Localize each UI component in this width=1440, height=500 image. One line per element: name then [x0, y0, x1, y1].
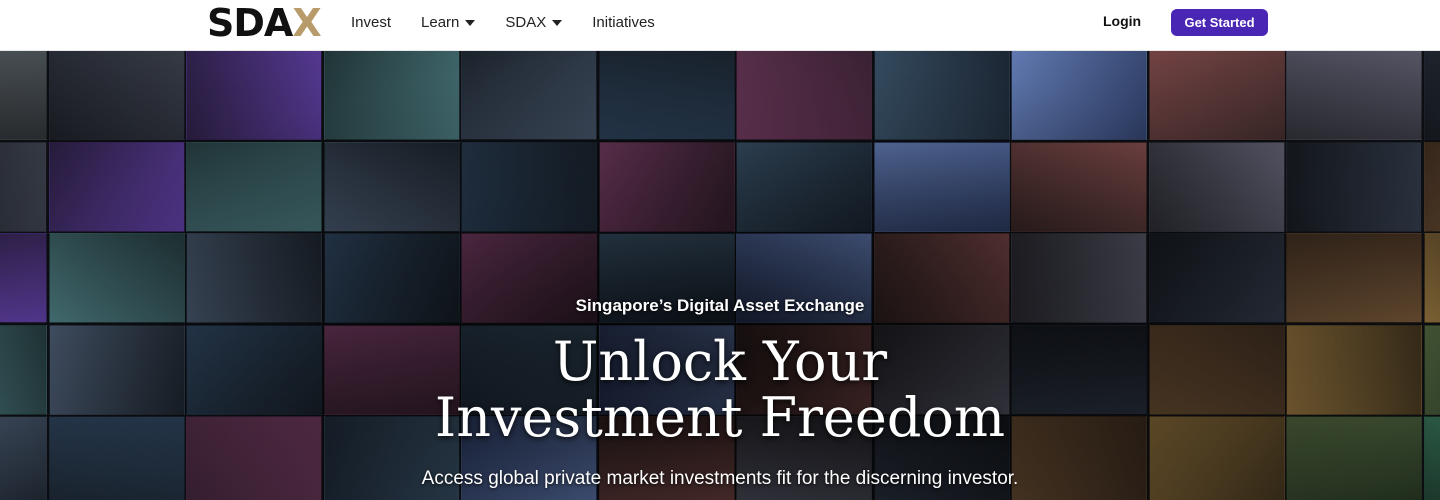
hero-headline: Unlock Your Investment Freedom [0, 334, 1440, 446]
hero-subline: Access global private market investments… [421, 468, 1019, 489]
nav-item-initiatives[interactable]: Initiatives [592, 14, 655, 31]
nav-item-label: Invest [351, 13, 392, 31]
logo-accent: X [292, 1, 321, 45]
nav-item-label: SDAX [505, 13, 547, 31]
hero-section: Singapore’s Digital Asset Exchange Unloc… [0, 50, 1440, 500]
headline-line-2: Investment Freedom [434, 386, 1006, 449]
main-nav: Invest Learn SDAX Initiatives [351, 0, 685, 44]
logo-text: SDA [207, 1, 293, 45]
hero-content: Singapore’s Digital Asset Exchange Unloc… [0, 50, 1440, 500]
headline-line-1: Unlock Your [552, 330, 888, 393]
nav-item-label: Initiatives [592, 13, 655, 31]
login-link[interactable]: Login [1103, 13, 1141, 29]
chevron-down-icon [465, 20, 476, 26]
hero-tagline: Singapore’s Digital Asset Exchange [575, 296, 865, 315]
nav-item-invest[interactable]: Invest [351, 14, 391, 31]
sdax-logo[interactable]: SDA X [207, 1, 322, 45]
site-header: SDA X Invest Learn SDAX Initiatives Login… [0, 0, 1440, 51]
chevron-down-icon [552, 20, 563, 26]
nav-item-label: Learn [421, 13, 460, 31]
nav-item-learn[interactable]: Learn [421, 13, 476, 31]
get-started-button[interactable]: Get Started [1171, 9, 1268, 36]
nav-item-sdax[interactable]: SDAX [505, 13, 563, 31]
